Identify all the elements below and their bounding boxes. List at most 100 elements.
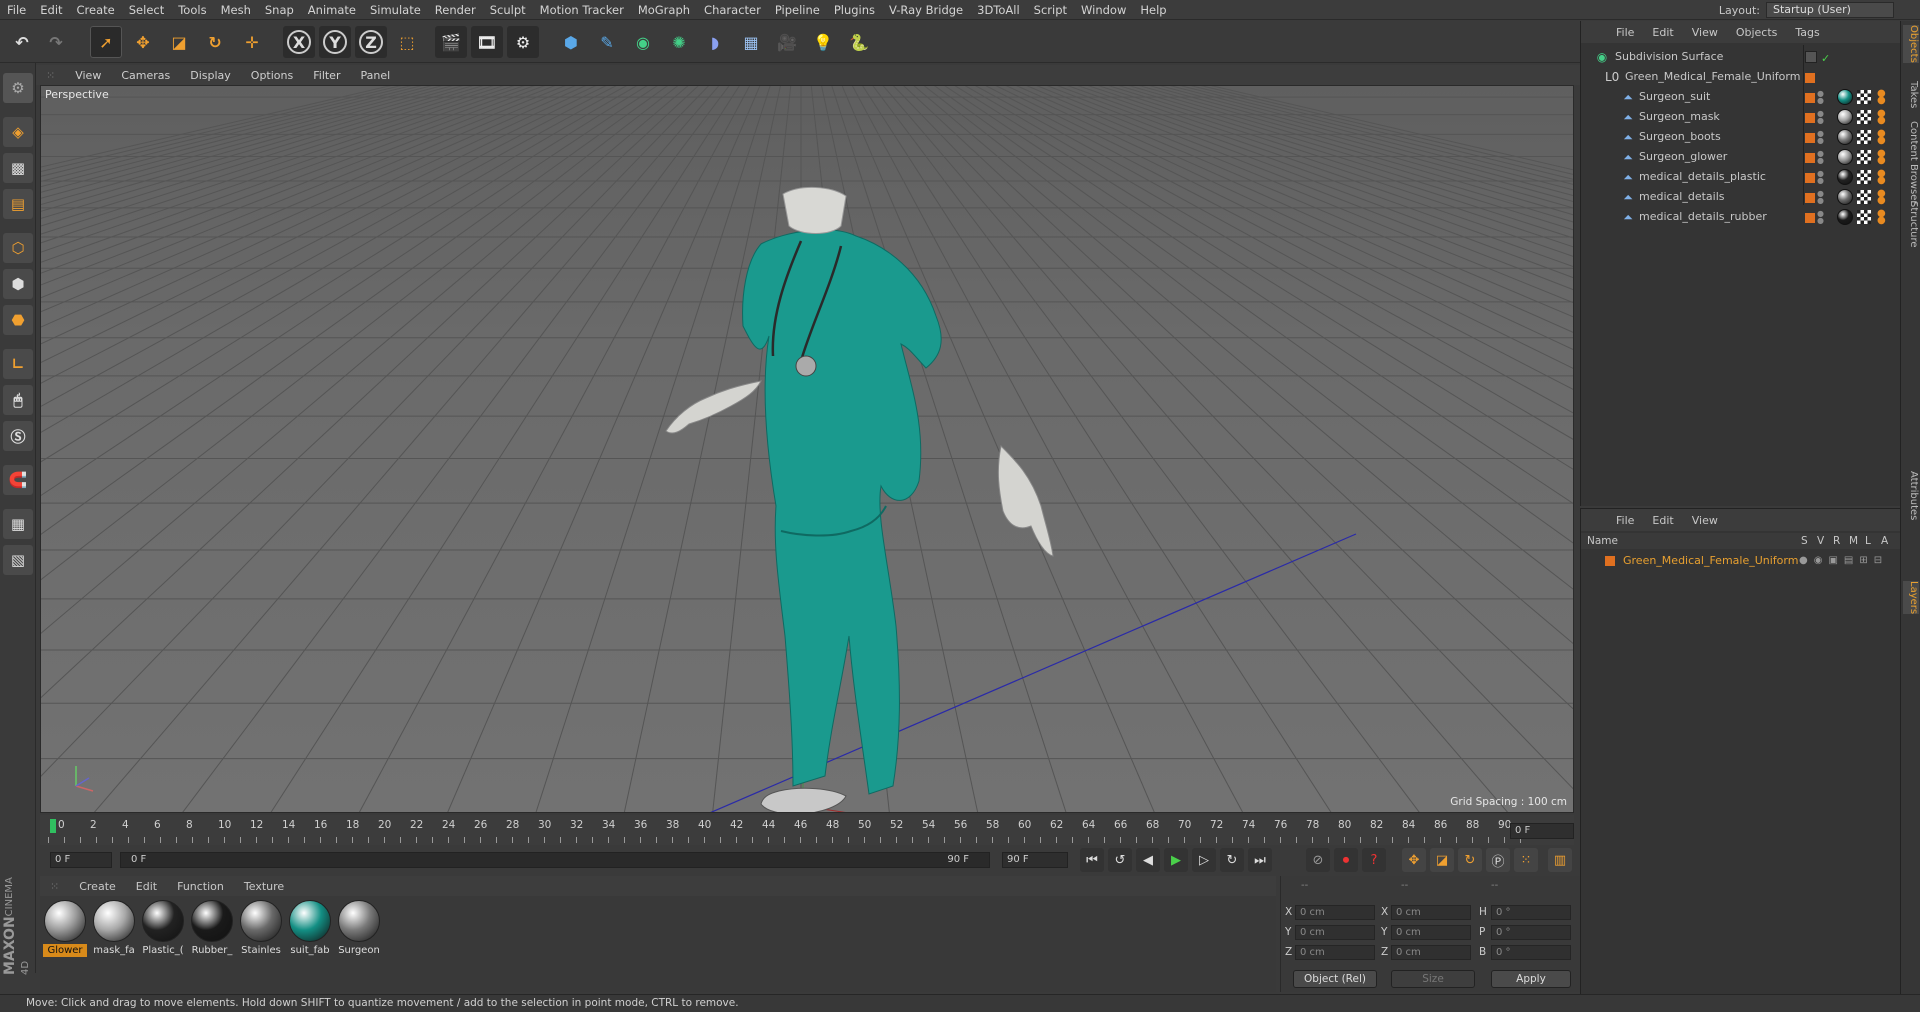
coord-value-field[interactable]: 0 ° bbox=[1491, 905, 1571, 920]
mograph-cloner-icon[interactable]: ✺ bbox=[663, 26, 695, 58]
scale-tool-icon[interactable]: ◪ bbox=[163, 26, 195, 58]
phong-tag-icon[interactable]: ● ● bbox=[1877, 169, 1889, 186]
y-axis-button[interactable]: Y bbox=[319, 26, 351, 58]
previous-key-icon[interactable]: ↺ bbox=[1108, 848, 1132, 872]
uvw-tag-icon[interactable] bbox=[1857, 190, 1871, 204]
menu-item[interactable]: MoGraph bbox=[631, 0, 697, 20]
material-tag-icon[interactable] bbox=[1837, 109, 1853, 125]
menu-item[interactable]: Help bbox=[1133, 0, 1173, 20]
side-tab[interactable]: Layers bbox=[1903, 581, 1919, 615]
material-menu-item[interactable]: Create bbox=[69, 880, 126, 893]
go-to-start-icon[interactable]: ⏮ bbox=[1080, 848, 1104, 872]
visibility-dots-icon[interactable]: ● ● bbox=[1817, 150, 1824, 165]
menu-item[interactable]: Animate bbox=[301, 0, 363, 20]
object-menu-item[interactable]: Tags bbox=[1786, 26, 1828, 39]
layer-swatch[interactable] bbox=[1805, 93, 1815, 103]
next-frame-icon[interactable]: ▷ bbox=[1192, 848, 1216, 872]
coord-size-dropdown[interactable]: Size bbox=[1391, 970, 1475, 988]
camera-icon[interactable]: 🎥 bbox=[771, 26, 803, 58]
deformer-icon[interactable]: ◗ bbox=[699, 26, 731, 58]
model-mode-icon[interactable]: ◈ bbox=[3, 117, 33, 147]
object-menu-item[interactable]: Edit bbox=[1643, 26, 1682, 39]
perspective-viewport[interactable]: Perspective Grid Spacing : 100 cm ✥⇕⟳⧉ bbox=[40, 85, 1574, 813]
render-view-icon[interactable]: 🎬 bbox=[435, 26, 467, 58]
coordinate-system-icon[interactable]: ⬚ bbox=[391, 26, 423, 58]
menu-item[interactable]: Select bbox=[122, 0, 171, 20]
workplane-mode-icon[interactable]: ▤ bbox=[3, 189, 33, 219]
material-swatch[interactable]: Surgeon bbox=[337, 900, 381, 958]
visibility-dots-icon[interactable]: ● ● bbox=[1817, 110, 1824, 125]
key-parameter-icon[interactable]: Ⓟ bbox=[1486, 848, 1510, 872]
material-swatch[interactable]: Plastic_( bbox=[141, 900, 185, 958]
coord-value-field[interactable]: 0 cm bbox=[1295, 945, 1375, 960]
axis-mode-icon[interactable]: ∟ bbox=[3, 349, 33, 379]
viewport-menu-item[interactable]: Display bbox=[180, 69, 241, 82]
object-row-group[interactable]: L0 Green_Medical_Female_Uniform bbox=[1581, 67, 1901, 87]
move-tool-icon[interactable]: ✥ bbox=[127, 26, 159, 58]
render-settings-icon[interactable]: ⚙ bbox=[507, 26, 539, 58]
menu-item[interactable]: V-Ray Bridge bbox=[882, 0, 970, 20]
object-menu-item[interactable]: View bbox=[1683, 26, 1727, 39]
layer-menu-item[interactable]: Edit bbox=[1643, 514, 1682, 527]
undo-icon[interactable]: ↶ bbox=[6, 26, 38, 58]
object-row-root[interactable]: ◉ Subdivision Surface ✓ bbox=[1581, 47, 1901, 67]
x-axis-button[interactable]: X bbox=[283, 26, 315, 58]
material-tag-icon[interactable] bbox=[1837, 89, 1853, 105]
coord-value-field[interactable]: 0 ° bbox=[1491, 945, 1571, 960]
coord-value-field[interactable]: 0 cm bbox=[1391, 925, 1471, 940]
layer-row[interactable]: Green_Medical_Female_Uniform ●◉▣▤⊞⊟ bbox=[1581, 551, 1901, 571]
layer-swatch[interactable] bbox=[1805, 193, 1815, 203]
material-swatch[interactable]: mask_fa bbox=[92, 900, 136, 958]
menu-item[interactable]: Edit bbox=[33, 0, 69, 20]
visibility-dots-icon[interactable]: ● ● bbox=[1817, 190, 1824, 205]
visibility-dots-icon[interactable]: ● ● bbox=[1817, 90, 1824, 105]
material-tag-icon[interactable] bbox=[1837, 129, 1853, 145]
key-rotation-icon[interactable]: ↻ bbox=[1458, 848, 1482, 872]
pen-spline-icon[interactable]: ✎ bbox=[591, 26, 623, 58]
menu-item[interactable]: Pipeline bbox=[768, 0, 827, 20]
visibility-dots-icon[interactable]: ● ● bbox=[1817, 170, 1824, 185]
tweak-mode-icon[interactable]: 🖱 bbox=[3, 385, 33, 415]
layer-swatch[interactable] bbox=[1805, 73, 1815, 83]
material-tag-icon[interactable] bbox=[1837, 169, 1853, 185]
layer-swatch[interactable] bbox=[1805, 173, 1815, 183]
menu-item[interactable]: Create bbox=[70, 0, 122, 20]
planar-workplane-icon[interactable]: ▧ bbox=[3, 545, 33, 575]
solo-mode-icon[interactable]: Ⓢ bbox=[3, 421, 33, 451]
coord-value-field[interactable]: 0 cm bbox=[1295, 925, 1375, 940]
play-icon[interactable]: ▶ bbox=[1164, 848, 1188, 872]
menu-item[interactable]: Sculpt bbox=[483, 0, 533, 20]
make-editable-icon[interactable]: ⚙ bbox=[3, 73, 33, 103]
uvw-tag-icon[interactable] bbox=[1857, 110, 1871, 124]
frame-range-slider[interactable]: 0 F 90 F bbox=[120, 852, 990, 868]
viewport-menu-item[interactable]: Panel bbox=[350, 69, 400, 82]
side-tab[interactable]: Attributes bbox=[1903, 471, 1919, 520]
side-tab[interactable]: Objects bbox=[1903, 25, 1919, 63]
current-frame-field[interactable]: 0 F bbox=[1510, 823, 1574, 839]
coord-mode-dropdown[interactable]: Object (Rel) bbox=[1293, 970, 1377, 988]
material-swatch[interactable]: suit_fab bbox=[288, 900, 332, 958]
material-swatch[interactable]: Rubber_ bbox=[190, 900, 234, 958]
cube-icon[interactable]: ⬢ bbox=[555, 26, 587, 58]
go-to-end-icon[interactable]: ⏭ bbox=[1248, 848, 1272, 872]
phong-tag-icon[interactable]: ● ● bbox=[1877, 109, 1889, 126]
edges-mode-icon[interactable]: ⬢ bbox=[3, 269, 33, 299]
visibility-dots-icon[interactable]: ● ● bbox=[1817, 210, 1824, 225]
side-tab[interactable]: Structure bbox=[1903, 201, 1919, 248]
previous-frame-icon[interactable]: ◀ bbox=[1136, 848, 1160, 872]
timeline-ruler[interactable]: 0 2 4 6 8 10 12 14 16 18 20 22 24 26 28 30 32 34 36 38 40 42 4… bbox=[40, 815, 1574, 845]
uvw-tag-icon[interactable] bbox=[1857, 210, 1871, 224]
material-swatch[interactable]: Glower bbox=[43, 900, 87, 958]
playhead-marker[interactable] bbox=[50, 819, 56, 833]
python-icon[interactable]: 🐍 bbox=[843, 26, 875, 58]
uvw-tag-icon[interactable] bbox=[1857, 170, 1871, 184]
layer-swatch[interactable] bbox=[1805, 153, 1815, 163]
end-frame-field[interactable]: 90 F bbox=[1002, 852, 1068, 868]
material-tag-icon[interactable] bbox=[1837, 149, 1853, 165]
select-tool-icon[interactable]: ➚ bbox=[90, 26, 122, 58]
snap-icon[interactable]: 🧲 bbox=[3, 465, 33, 495]
material-tag-icon[interactable] bbox=[1837, 189, 1853, 205]
menu-item[interactable]: File bbox=[0, 0, 33, 20]
object-row[interactable]: ⏶ medical_details ● ● ● ● bbox=[1581, 187, 1901, 207]
layout-dropdown[interactable]: Startup (User) bbox=[1766, 2, 1894, 18]
